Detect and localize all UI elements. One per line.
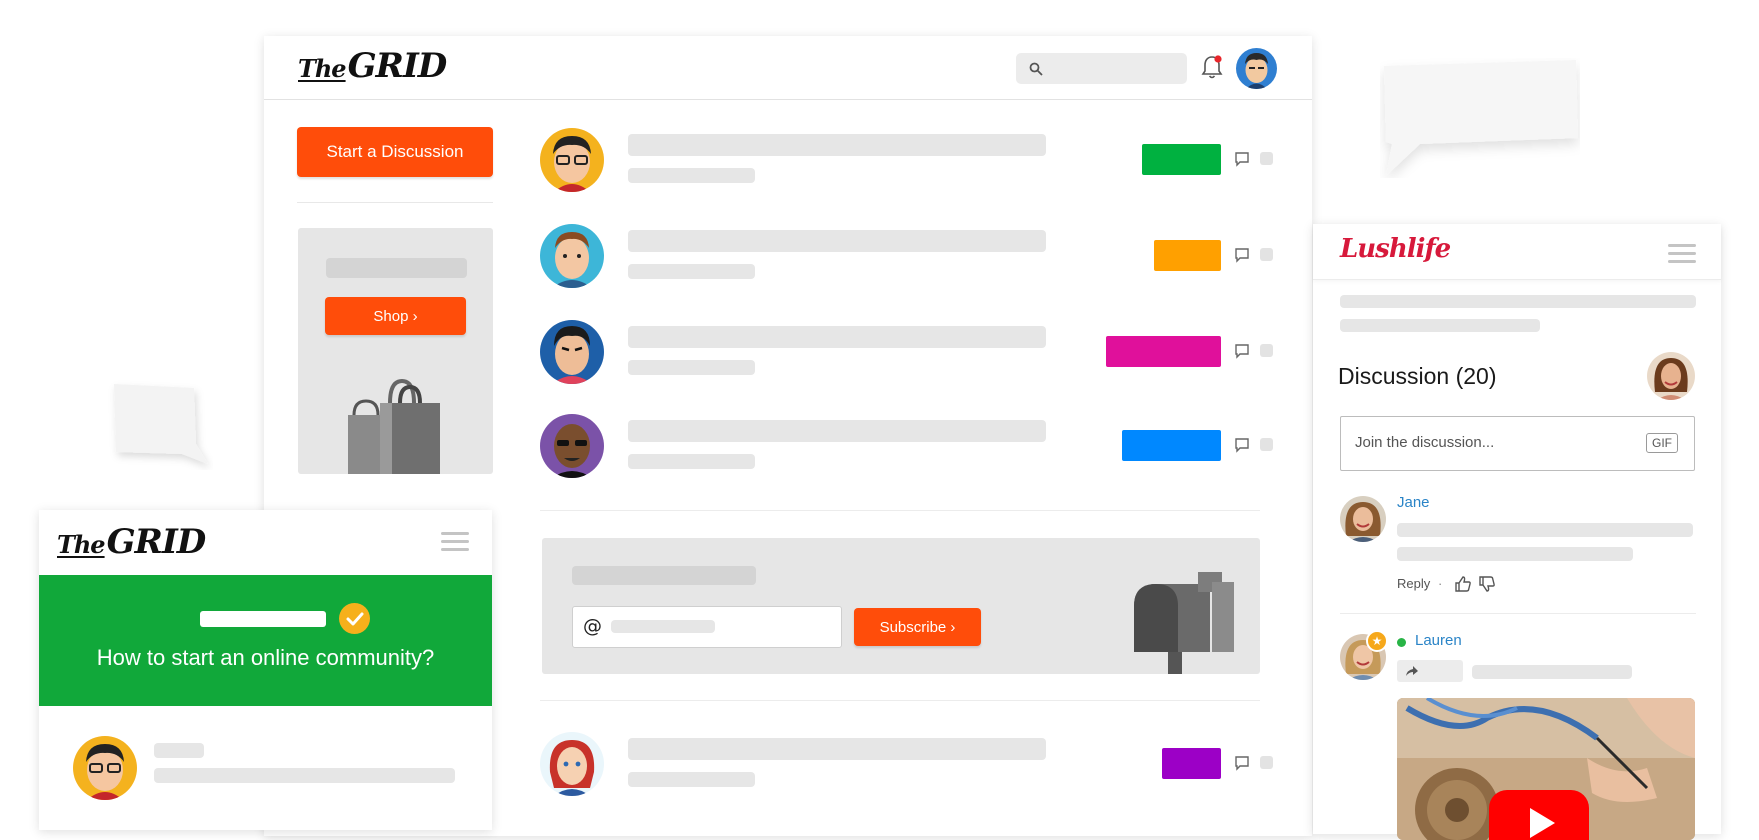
- lushlife-logo[interactable]: Lushlife: [1340, 234, 1451, 264]
- discussion-title: Discussion (20): [1338, 363, 1497, 389]
- lushlife-menu-button[interactable]: [1668, 244, 1696, 264]
- category-tag[interactable]: [1106, 336, 1221, 367]
- comment-line-placeholder: [1472, 665, 1632, 679]
- discussion-title-placeholder: [628, 738, 1046, 760]
- comment: Jane Reply ·: [1340, 494, 1693, 604]
- mobile-menu-button[interactable]: [441, 532, 469, 552]
- list-item[interactable]: [540, 412, 1273, 478]
- discussion-avatar: [540, 732, 604, 796]
- hero-label-placeholder: [200, 611, 326, 627]
- at-icon: @: [583, 615, 602, 637]
- discussion-meta-placeholder: [628, 360, 755, 375]
- comment-icon: [1235, 438, 1249, 453]
- category-tag[interactable]: [1154, 240, 1221, 271]
- newsletter-title-placeholder: [572, 566, 756, 585]
- comment-line-placeholder: [1397, 523, 1693, 537]
- subscribe-button[interactable]: Subscribe ›: [854, 608, 981, 646]
- comment-author[interactable]: Jane: [1397, 494, 1430, 511]
- discussion-title-placeholder: [628, 326, 1046, 348]
- discussion-avatar: [540, 224, 604, 288]
- star-badge-icon: ★: [1366, 630, 1388, 652]
- mobile-site-logo[interactable]: TheGRID: [57, 522, 206, 562]
- list-item[interactable]: [540, 222, 1273, 288]
- reply-button[interactable]: Reply: [1397, 576, 1430, 591]
- mobile-title-placeholder: [154, 743, 204, 758]
- comment-count-placeholder: [1260, 438, 1273, 451]
- comment-icon: [1235, 756, 1249, 771]
- mobile-discussion-avatar: [73, 736, 137, 800]
- category-tag[interactable]: [1162, 748, 1221, 779]
- online-indicator: [1397, 638, 1406, 647]
- speech-bubble-decoration-right: [1380, 58, 1580, 178]
- discussion-avatar: [540, 414, 604, 478]
- hero-banner: How to start an online community?: [39, 575, 492, 706]
- comment-line-placeholder: [1397, 547, 1633, 561]
- discussion-meta-placeholder: [628, 168, 755, 183]
- comment-author-avatar[interactable]: [1340, 496, 1386, 542]
- video-embed[interactable]: [1397, 698, 1695, 840]
- share-icon: [1406, 666, 1418, 676]
- comment-count-placeholder: [1260, 152, 1273, 165]
- article-line-placeholder: [1340, 319, 1540, 332]
- discussion-avatar: [540, 320, 604, 384]
- comment-icon: [1235, 344, 1249, 359]
- discussion-avatar: [540, 128, 604, 192]
- hero-title: How to start an online community?: [96, 645, 435, 670]
- mailbox-icon: [1134, 572, 1234, 674]
- discussion-meta-placeholder: [628, 264, 755, 279]
- newsletter-widget: @ Subscribe ›: [542, 538, 1260, 674]
- mobile-meta-placeholder: [154, 768, 455, 783]
- lushlife-widget-window: Lushlife Discussion (20) Join the discus…: [1313, 224, 1721, 840]
- comment-count-placeholder: [1260, 756, 1273, 769]
- list-divider: [540, 700, 1260, 701]
- comment-icon: [1235, 248, 1249, 263]
- comment-divider: [1340, 613, 1696, 614]
- lushlife-header: Lushlife: [1313, 224, 1721, 280]
- checkmark-badge-icon: [339, 603, 370, 634]
- discussion-title-placeholder: [628, 230, 1046, 252]
- discussion-title-placeholder: [628, 420, 1046, 442]
- comment-count-placeholder: [1260, 248, 1273, 261]
- discussion-title-placeholder: [628, 134, 1046, 156]
- article-line-placeholder: [1340, 295, 1696, 308]
- thumbs-down-icon[interactable]: [1478, 575, 1496, 593]
- email-field[interactable]: @: [572, 606, 842, 648]
- comment-author[interactable]: Lauren: [1415, 632, 1462, 649]
- list-item[interactable]: [540, 318, 1273, 384]
- speech-bubble-decoration-left: [108, 380, 213, 470]
- mobile-site-window: TheGRID How to start an online community…: [39, 510, 492, 830]
- join-discussion-placeholder: Join the discussion...: [1355, 434, 1495, 451]
- reply-separator: ·: [1438, 576, 1443, 591]
- category-tag[interactable]: [1142, 144, 1221, 175]
- discussion-meta-placeholder: [628, 454, 755, 469]
- list-divider: [540, 510, 1260, 511]
- join-discussion-input[interactable]: Join the discussion... GIF: [1340, 416, 1695, 471]
- comment-count-placeholder: [1260, 344, 1273, 357]
- gif-button[interactable]: GIF: [1646, 433, 1678, 453]
- category-tag[interactable]: [1122, 430, 1221, 461]
- share-chip[interactable]: [1397, 660, 1463, 682]
- list-item[interactable]: [540, 126, 1273, 192]
- discussion-meta-placeholder: [628, 772, 755, 787]
- youtube-play-icon: [1489, 790, 1589, 840]
- comment-icon: [1235, 152, 1249, 167]
- current-user-avatar[interactable]: [1647, 352, 1695, 400]
- comment: ★ Lauren: [1340, 630, 1695, 840]
- thumbs-up-icon[interactable]: [1454, 575, 1472, 593]
- email-placeholder: [611, 620, 715, 633]
- list-item[interactable]: [540, 730, 1273, 796]
